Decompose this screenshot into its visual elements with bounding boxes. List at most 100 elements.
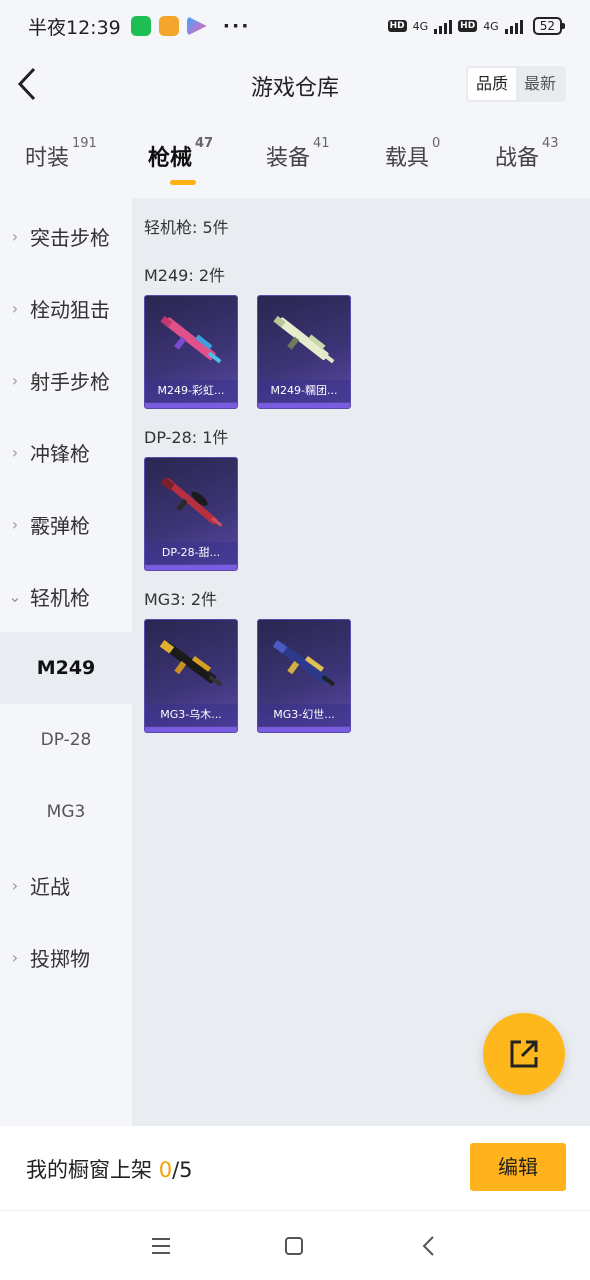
tab-outfits[interactable]: 时装191 xyxy=(25,136,97,172)
menu-icon[interactable] xyxy=(146,1231,176,1261)
notification-icons xyxy=(130,16,207,36)
tab-count: 43 xyxy=(542,136,559,151)
page-header: 游戏仓库 品质 最新 xyxy=(0,52,590,116)
rarity-strip xyxy=(258,403,350,408)
category-sidebar: › 突击步枪 › 栓动狙击 › 射手步枪 › 冲锋枪 › 霰弹枪 ⌄ 轻机枪 M249 DP… xyxy=(0,198,132,1126)
sidebar-item-marksman-rifle[interactable]: › 射手步枪 xyxy=(0,344,132,416)
item-card[interactable]: M249-糯团... xyxy=(257,295,351,409)
sidebar-item-label: 射手步枪 xyxy=(30,369,110,394)
rarity-strip xyxy=(145,565,237,570)
signal-icon-2 xyxy=(504,18,523,34)
signal-icon xyxy=(434,18,453,34)
video-app-icon xyxy=(186,16,207,36)
system-nav-bar xyxy=(0,1210,590,1280)
sidebar-item-throwables[interactable]: › 投掷物 xyxy=(0,921,132,993)
tab-count: 47 xyxy=(195,136,214,151)
sidebar-sub-m249[interactable]: M249 xyxy=(0,632,132,704)
item-name: M249-糯团... xyxy=(258,380,350,402)
rarity-strip xyxy=(145,727,237,732)
chevron-right-icon: › xyxy=(11,514,19,534)
sidebar-item-label: 冲锋枪 xyxy=(30,441,90,466)
tab-tactical[interactable]: 战备43 xyxy=(495,136,559,172)
chevron-down-icon: ⌄ xyxy=(8,586,22,606)
showcase-bar: 我的橱窗上架 0/5 编辑 xyxy=(0,1126,590,1210)
system-indicators: HD 4G HD 4G 52 xyxy=(387,17,566,35)
sidebar-item-label: 轻机枪 xyxy=(30,585,90,610)
sort-option-latest[interactable]: 最新 xyxy=(516,68,564,100)
item-card[interactable]: M249-彩虹... xyxy=(144,295,238,409)
clock: 半夜12:39 xyxy=(28,16,121,39)
network-type: 4G xyxy=(412,19,429,33)
sidebar-item-bolt-sniper[interactable]: › 栓动狙击 xyxy=(0,272,132,344)
sidebar-item-shotgun[interactable]: › 霰弹枪 xyxy=(0,488,132,560)
chevron-right-icon: › xyxy=(11,947,19,967)
share-external-icon xyxy=(510,1040,538,1068)
tab-equipment[interactable]: 装备41 xyxy=(266,136,330,172)
sidebar-item-label: 栓动狙击 xyxy=(30,297,110,322)
group-heading-mg3: MG3: 2件 xyxy=(144,590,218,609)
game-app-icon xyxy=(158,16,179,36)
hd-badge: HD xyxy=(387,20,407,32)
item-card[interactable]: DP-28-甜... xyxy=(144,457,238,571)
status-bar: 半夜12:39 ··· HD 4G HD 4G 52 xyxy=(0,0,590,52)
rifle-icon xyxy=(273,315,335,364)
item-card[interactable]: MG3-幻世... xyxy=(257,619,351,733)
rifle-icon xyxy=(160,315,222,364)
sort-toggle[interactable]: 品质 最新 xyxy=(465,66,566,102)
chevron-right-icon: › xyxy=(11,442,19,462)
item-card[interactable]: MG3-乌木... xyxy=(144,619,238,733)
more-notifications-icon: ··· xyxy=(222,15,251,37)
tab-vehicles[interactable]: 载具0 xyxy=(385,136,440,172)
tab-label: 装备 xyxy=(266,146,311,171)
showcase-label: 我的橱窗上架 xyxy=(26,1158,152,1182)
chevron-right-icon: › xyxy=(11,875,19,895)
tab-label: 枪械 xyxy=(148,146,193,171)
battery-icon: 52 xyxy=(532,17,566,35)
chevron-right-icon: › xyxy=(11,298,19,318)
tab-guns[interactable]: 枪械47 xyxy=(148,136,213,185)
sidebar-item-smg[interactable]: › 冲锋枪 xyxy=(0,416,132,488)
tab-count: 191 xyxy=(72,136,97,151)
group-heading-dp28: DP-28: 1件 xyxy=(144,428,229,447)
showcase-status: 我的橱窗上架 0/5 xyxy=(26,1154,193,1184)
sidebar-item-melee[interactable]: › 近战 xyxy=(0,849,132,921)
sidebar-item-label: 近战 xyxy=(30,874,70,899)
item-grid: 轻机枪: 5件 M249: 2件 M249-彩虹... M249-糯团... D… xyxy=(132,198,590,1126)
sidebar-item-label: 霰弹枪 xyxy=(30,513,90,538)
item-name: M249-彩虹... xyxy=(145,380,237,402)
chevron-right-icon: › xyxy=(11,370,19,390)
item-name: MG3-乌木... xyxy=(145,704,237,726)
tab-label: 时装 xyxy=(25,146,70,171)
showcase-count-total: /5 xyxy=(172,1158,193,1182)
rifle-icon xyxy=(272,640,336,687)
rarity-strip xyxy=(145,403,237,408)
sidebar-item-label: 投掷物 xyxy=(30,946,90,971)
category-tabs: 时装191 枪械47 装备41 载具0 战备43 xyxy=(0,136,590,190)
home-icon[interactable] xyxy=(279,1231,309,1261)
share-fab[interactable] xyxy=(483,1013,565,1095)
hd-badge-2: HD xyxy=(458,20,478,32)
sidebar-item-assault-rifle[interactable]: › 突击步枪 xyxy=(0,200,132,272)
tab-count: 41 xyxy=(313,136,330,151)
network-type-2: 4G xyxy=(483,19,499,33)
wechat-icon xyxy=(130,16,151,36)
chevron-right-icon: › xyxy=(11,226,19,246)
rifle-icon xyxy=(159,640,223,687)
sidebar-item-lmg[interactable]: ⌄ 轻机枪 xyxy=(0,560,132,632)
item-name: MG3-幻世... xyxy=(258,704,350,726)
rifle-icon xyxy=(160,476,223,527)
item-name: DP-28-甜... xyxy=(145,542,237,564)
group-heading-m249: M249: 2件 xyxy=(144,266,226,285)
edit-button[interactable]: 编辑 xyxy=(470,1143,566,1191)
rarity-strip xyxy=(258,727,350,732)
tab-count: 0 xyxy=(432,136,441,151)
sort-option-quality[interactable]: 品质 xyxy=(467,68,516,100)
sidebar-sub-mg3[interactable]: MG3 xyxy=(0,776,132,848)
sidebar-item-label: 突击步枪 xyxy=(30,225,110,250)
sidebar-sub-dp28[interactable]: DP-28 xyxy=(0,704,132,776)
showcase-count-current: 0 xyxy=(158,1158,173,1182)
back-icon[interactable] xyxy=(414,1231,444,1261)
summary-heading: 轻机枪: 5件 xyxy=(144,218,229,237)
tab-label: 战备 xyxy=(495,146,540,171)
tab-label: 载具 xyxy=(385,146,430,171)
